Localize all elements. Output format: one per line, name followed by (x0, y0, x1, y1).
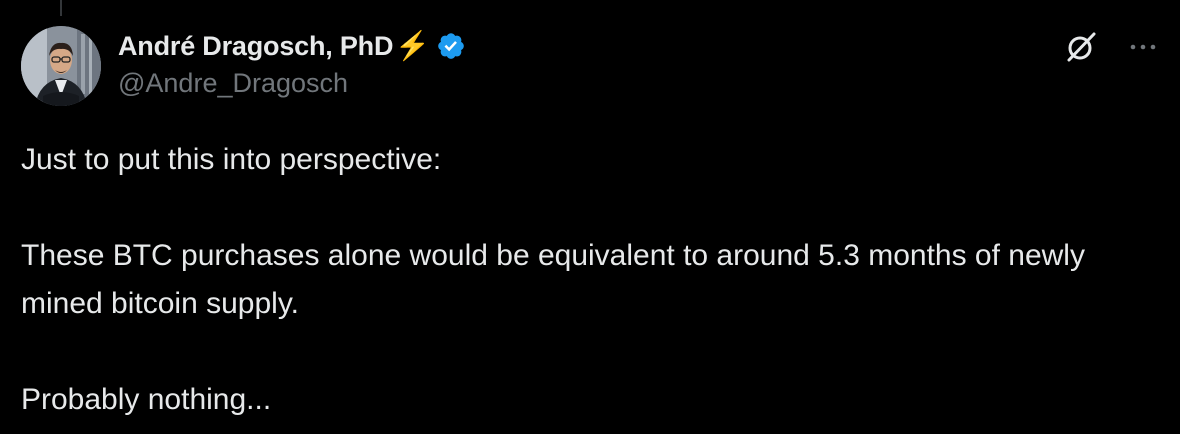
author-handle[interactable]: @Andre_Dragosch (118, 68, 466, 99)
grok-icon[interactable] (1064, 30, 1098, 64)
verified-badge-icon[interactable] (436, 31, 466, 61)
tweet-actions-top (1064, 30, 1158, 64)
author-info[interactable]: André Dragosch, PhD ⚡ @Andre_Dragosch (118, 28, 466, 99)
author-display-name[interactable]: André Dragosch, PhD (118, 31, 393, 62)
tweet-paragraph: Probably nothing... (21, 383, 272, 416)
more-icon[interactable] (1128, 30, 1158, 64)
tweet-paragraph: These BTC purchases alone would be equiv… (21, 239, 1085, 320)
avatar[interactable] (21, 26, 101, 106)
lightning-emoji: ⚡ (395, 30, 431, 61)
tweet[interactable]: André Dragosch, PhD ⚡ @Andre_Dragosch Ju… (0, 0, 1180, 434)
author-name-row[interactable]: André Dragosch, PhD ⚡ (118, 28, 466, 64)
tweet-paragraph: Just to put this into perspective: (21, 143, 442, 176)
avatar-photo (21, 26, 101, 106)
tweet-text: Just to put this into perspective: These… (21, 136, 1151, 424)
